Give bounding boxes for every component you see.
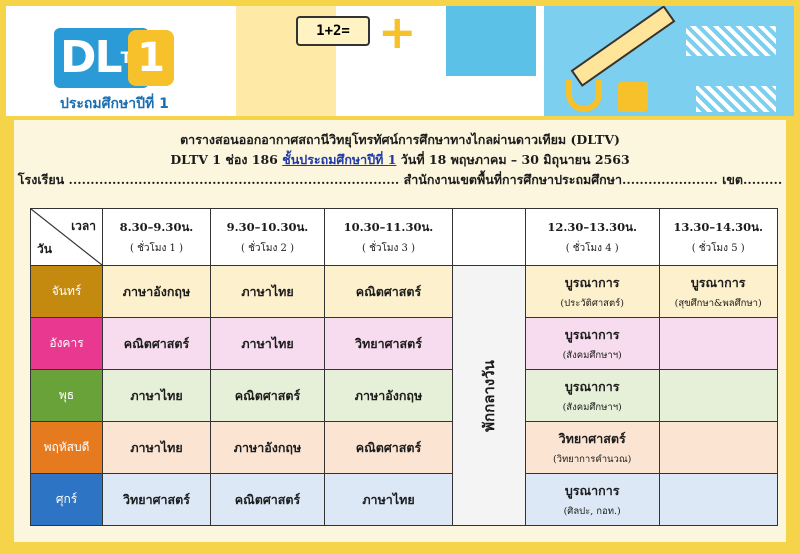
day-label: อังคาร <box>30 317 103 370</box>
period-header-4: 12.30–13.30น.( ชั่วโมง 4 ) <box>524 208 660 266</box>
period-cell-2: ภาษาอังกฤษ <box>210 421 325 474</box>
period-cell-5 <box>658 473 778 526</box>
corner-time-label: เวลา <box>71 219 96 233</box>
period-header-2: 9.30–10.30น.( ชั่วโมง 2 ) <box>210 208 325 266</box>
period-cell-5: บูรณาการ (สุขศึกษา&พลศึกษา) <box>658 265 778 318</box>
period-cell-4: บูรณาการ (ศิลปะ, กอท.) <box>524 473 660 526</box>
day-row: พุธ ภาษาไทย คณิตศาสตร์ ภาษาอังกฤษ บูรณาการ (ส… <box>30 369 778 422</box>
period-cell-4: วิทยาศาสตร์ (วิทยาการคำนวณ) <box>524 421 660 474</box>
day-row: อังคาร คณิตศาสตร์ ภาษาไทย วิทยาศาสตร์ บูรณาก… <box>30 317 778 370</box>
period-header-3: 10.30–11.30น.( ชั่วโมง 3 ) <box>324 208 453 266</box>
title-line-3: โรงเรียน ...............................… <box>17 172 783 187</box>
title-block: ตารางสอนออกอากาศสถานีวิทยุโทรทัศน์การศึก… <box>14 130 786 190</box>
title-line-2: DLTV 1 ช่อง 186 ชั้นประถมศึกษาปีที่ 1 วั… <box>170 152 630 167</box>
period-cell-1: วิทยาศาสตร์ <box>102 473 211 526</box>
day-label: พฤหัสบดี <box>30 421 103 474</box>
plant-pot-icon <box>618 82 648 112</box>
period-cell-3: ภาษาอังกฤษ <box>324 369 453 422</box>
lunch-break-label: พักกลางวัน <box>479 359 498 432</box>
day-row: จันทร์ ภาษาอังกฤษ ภาษาไทย คณิตศาสตร์ พักกลาง… <box>30 265 778 526</box>
page-frame: 1+2= + DLTV 1 ประถมศึกษาปีที่ 1 ตารางสอน… <box>0 0 800 554</box>
plus-icon: + <box>378 6 417 59</box>
period-cell-5 <box>658 317 778 370</box>
period-header-1: 8.30–9.30น.( ชั่วโมง 1 ) <box>102 208 211 266</box>
period-cell-5 <box>658 421 778 474</box>
period-cell-3: ภาษาไทย <box>324 473 453 526</box>
grade-highlight: ชั้นประถมศึกษาปีที่ 1 <box>282 152 397 167</box>
logo-area: DLTV 1 ประถมศึกษาปีที่ 1 <box>6 6 218 116</box>
schedule-sheet: ตารางสอนออกอากาศสถานีวิทยุโทรทัศน์การศึก… <box>14 120 786 542</box>
corner-cell: เวลา วัน <box>30 208 103 266</box>
title-line-1: ตารางสอนออกอากาศสถานีวิทยุโทรทัศน์การศึก… <box>180 132 620 147</box>
period-cell-4: บูรณาการ (สังคมศึกษาฯ) <box>524 369 660 422</box>
lunch-header <box>452 208 526 266</box>
period-cell-2: ภาษาไทย <box>210 317 325 370</box>
period-cell-2: คณิตศาสตร์ <box>210 369 325 422</box>
math-card: 1+2= <box>296 16 370 46</box>
day-label: พุธ <box>30 369 103 422</box>
period-cell-5 <box>658 369 778 422</box>
period-cell-4: บูรณาการ (ประวัติศาสตร์) <box>524 265 660 318</box>
period-cell-2: คณิตศาสตร์ <box>210 473 325 526</box>
day-row: ศุกร์ วิทยาศาสตร์ คณิตศาสตร์ ภาษาไทย บูรณากา… <box>30 473 778 526</box>
corner-day-label: วัน <box>37 242 52 256</box>
logo-number: 1 <box>128 30 174 86</box>
header-banner: 1+2= + DLTV 1 ประถมศึกษาปีที่ 1 <box>6 6 794 116</box>
period-cell-1: คณิตศาสตร์ <box>102 317 211 370</box>
period-cell-3: คณิตศาสตร์ <box>324 265 453 318</box>
period-cell-2: ภาษาไทย <box>210 265 325 318</box>
period-cell-1: ภาษาไทย <box>102 369 211 422</box>
period-header-5: 13.30–14.30น.( ชั่วโมง 5 ) <box>658 208 778 266</box>
period-cell-4: บูรณาการ (สังคมศึกษาฯ) <box>524 317 660 370</box>
day-label: จันทร์ <box>30 265 103 318</box>
logo-subtitle: ประถมศึกษาปีที่ 1 <box>60 96 169 112</box>
period-cell-1: ภาษาไทย <box>102 421 211 474</box>
header-row: เวลา วัน 8.30–9.30น.( ชั่วโมง 1 ) 9.30–1… <box>30 208 778 266</box>
day-row: พฤหัสบดี ภาษาไทย ภาษาอังกฤษ คณิตศาสตร์ วิทยา… <box>30 421 778 474</box>
timetable: เวลา วัน 8.30–9.30น.( ชั่วโมง 1 ) 9.30–1… <box>30 208 778 526</box>
period-cell-3: วิทยาศาสตร์ <box>324 317 453 370</box>
lunch-break-cell: พักกลางวัน <box>452 265 526 526</box>
stripes-pattern <box>686 26 776 56</box>
day-label: ศุกร์ <box>30 473 103 526</box>
stripes-pattern-2 <box>696 86 776 112</box>
period-cell-3: คณิตศาสตร์ <box>324 421 453 474</box>
period-cell-1: ภาษาอังกฤษ <box>102 265 211 318</box>
